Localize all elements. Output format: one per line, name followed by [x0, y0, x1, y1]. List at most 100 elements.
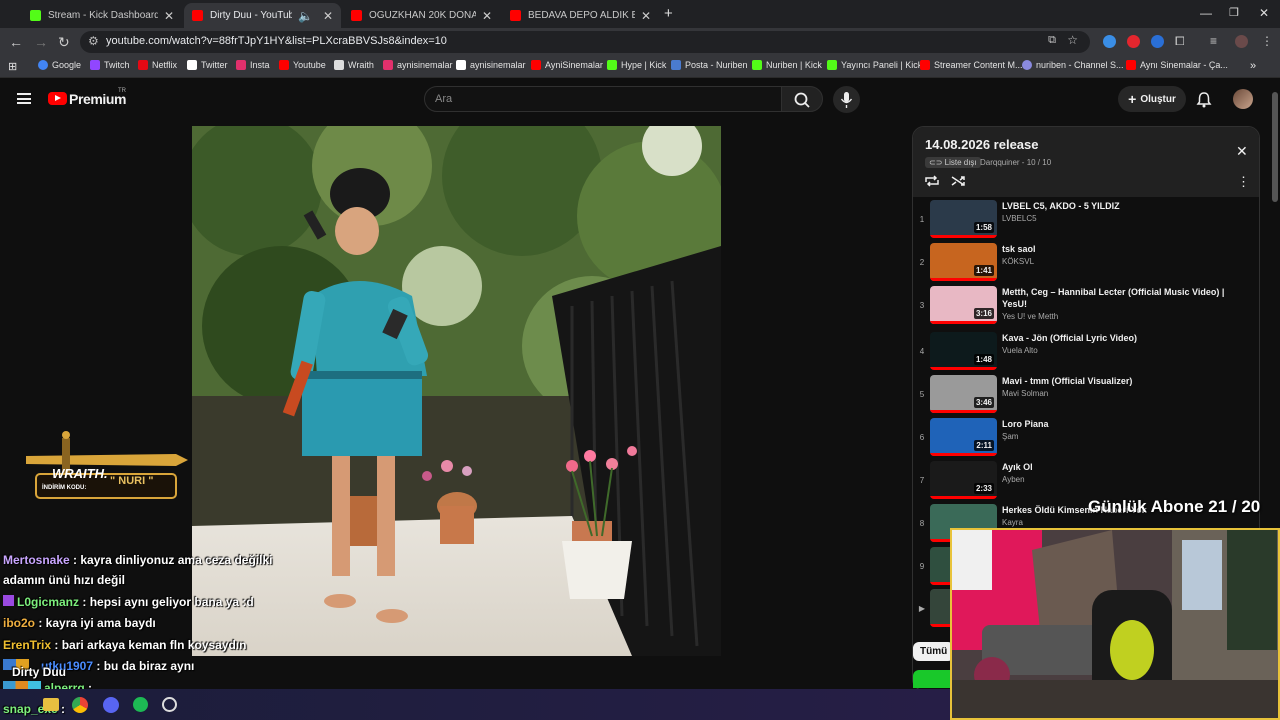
playlist-item-index: 3 — [919, 301, 925, 310]
new-tab-button[interactable]: + — [664, 5, 673, 22]
search-input[interactable]: Ara — [424, 86, 782, 112]
notifications-bell-icon[interactable] — [1196, 91, 1212, 108]
maximize-icon[interactable]: ❐ — [1229, 6, 1239, 19]
playlist-item-channel: Şam — [1002, 432, 1019, 441]
forward-icon[interactable]: → — [34, 34, 48, 50]
playlist-item[interactable]: 5 3:46 Mavi - tmm (Official Visualizer) Mav… — [913, 375, 1259, 417]
loop-icon[interactable] — [923, 173, 941, 189]
bookmark-item[interactable]: Twitch — [90, 60, 130, 70]
youtube-icon — [279, 60, 289, 70]
playlist-item[interactable]: 1 1:58 LVBEL C5, AKDO - 5 YILDIZ LVBELC5 — [913, 200, 1259, 242]
playlist-item-thumbnail[interactable]: 2:11 — [930, 418, 997, 456]
apps-grid-icon[interactable]: ⊞ — [8, 60, 17, 73]
bookmark-item[interactable]: Streamer Content M... — [920, 60, 1023, 70]
playlist-menu-icon[interactable]: ⋮ — [1237, 174, 1250, 190]
playlist-title[interactable]: 14.08.2026 release — [925, 137, 1039, 152]
playlist-item-thumbnail[interactable]: 3:46 — [930, 375, 997, 413]
hamburger-menu-icon[interactable] — [17, 93, 31, 104]
scrollbar-thumb[interactable] — [1272, 92, 1278, 202]
chip-all[interactable]: Tümü — [913, 642, 955, 661]
bookmark-item[interactable]: Youtube — [279, 60, 326, 70]
bookmark-item[interactable]: aynisinemalar — [456, 60, 526, 70]
netflix-icon — [138, 60, 148, 70]
extension-icon[interactable] — [1127, 35, 1140, 48]
watched-progress-bar — [930, 235, 997, 238]
spotify-icon[interactable] — [133, 697, 148, 712]
tab-youtube-active[interactable]: Dirty Duu - YouTube 🔈 ✕ — [184, 3, 341, 28]
create-button[interactable]: + Oluştur — [1118, 86, 1186, 112]
playlist-item-index: 1 — [919, 215, 925, 224]
playlist-item[interactable]: 6 2:11 Loro Piana Şam — [913, 418, 1259, 460]
video-player[interactable] — [192, 126, 721, 656]
bookmark-item[interactable]: AyniSinemalar — [531, 60, 603, 70]
discord-icon[interactable] — [103, 697, 119, 713]
tab-oguzkhan[interactable]: OGUZKHAN 20K DONATE ALIYO ✕ — [343, 3, 500, 28]
close-icon[interactable]: ✕ — [164, 9, 174, 23]
extension-icon[interactable] — [1151, 35, 1164, 48]
bookmark-item[interactable]: Yayıncı Paneli | Kick — [827, 60, 922, 70]
chat-message: Mertosnake : kayra dinliyonuz ama ceza d… — [3, 553, 272, 567]
watched-progress-bar — [930, 367, 997, 370]
playlist-item[interactable]: 3 3:16 Metth, Ceg – Hannibal Lecter (Offic… — [913, 286, 1259, 328]
green-button-partial[interactable] — [913, 670, 953, 688]
install-app-icon[interactable]: ⧉ — [1048, 34, 1056, 47]
bookmark-item[interactable]: Nuriben | Kick — [752, 60, 822, 70]
playlist-item-thumbnail[interactable]: 1:58 — [930, 200, 997, 238]
reload-icon[interactable]: ↻ — [58, 34, 70, 51]
playlist-item-thumbnail[interactable]: 1:41 — [930, 243, 997, 281]
chat-message: ibo2o : kayra iyi ama baydı — [3, 616, 156, 630]
search-button[interactable] — [781, 86, 823, 112]
file-explorer-icon[interactable] — [43, 698, 59, 711]
watched-progress-bar — [930, 321, 997, 324]
playlist-item-thumbnail[interactable]: 2:33 — [930, 461, 997, 499]
bookmark-item[interactable]: Google — [38, 60, 81, 70]
bookmark-item[interactable]: Netflix — [138, 60, 177, 70]
youtube-icon — [531, 60, 541, 70]
playlist-item[interactable]: 2 1:41 tsk saol KÖKSVL — [913, 243, 1259, 285]
link-icon: ⊂⊃ — [929, 158, 945, 167]
bookmark-item[interactable]: Aynı Sinemalar - Ça... — [1126, 60, 1228, 70]
window-close-icon[interactable]: ✕ — [1259, 6, 1269, 20]
watched-progress-bar — [930, 410, 997, 413]
bookmark-item[interactable]: Wraith — [334, 60, 374, 70]
voice-search-button[interactable] — [833, 86, 860, 113]
tab-title: BEDAVA DEPO ALDIK BUNLAR SA — [528, 10, 635, 21]
playlist-item-thumbnail[interactable]: 3:16 — [930, 286, 997, 324]
extension-icon[interactable] — [1103, 35, 1116, 48]
address-bar[interactable]: ⚙ youtube.com/watch?v=88frTJpY1HY&list=P… — [80, 31, 1090, 53]
youtube-logo-icon[interactable] — [48, 92, 67, 105]
playlist-item-thumbnail[interactable]: 1:48 — [930, 332, 997, 370]
playlist-item-channel: Ayben — [1002, 475, 1025, 484]
speaker-icon[interactable]: 🔈 — [298, 9, 313, 23]
playlist-item[interactable]: 4 1:48 Kava - Jön (Official Lyric Video) Vu… — [913, 332, 1259, 374]
visibility-label: Liste dışı — [944, 158, 977, 167]
site-info-icon[interactable]: ⚙ — [88, 34, 99, 48]
close-icon[interactable]: ✕ — [323, 9, 333, 23]
tab-kick-dashboard[interactable]: Stream - Kick Dashboard ✕ — [22, 3, 182, 28]
playlist-item-index: ▶ — [918, 604, 926, 613]
extensions-puzzle-icon[interactable]: ⧠ — [1175, 34, 1185, 49]
bookmark-item[interactable]: Insta — [236, 60, 270, 70]
bookmark-item[interactable]: nuriben - Channel S... — [1022, 60, 1124, 70]
close-playlist-icon[interactable]: ✕ — [1236, 143, 1248, 160]
close-icon[interactable]: ✕ — [482, 9, 492, 23]
close-icon[interactable]: ✕ — [641, 9, 651, 23]
tab-bedava-depo[interactable]: BEDAVA DEPO ALDIK BUNLAR SA ✕ — [502, 3, 659, 28]
bookmark-item[interactable]: Hype | Kick — [607, 60, 666, 70]
more-bookmarks-icon[interactable]: » — [1250, 60, 1256, 72]
bookmark-star-icon[interactable]: ☆ — [1067, 33, 1078, 47]
back-icon[interactable]: ← — [9, 34, 23, 50]
tab-search-icon[interactable]: ≡ — [1210, 34, 1217, 48]
obs-icon[interactable] — [162, 697, 177, 712]
menu-dots-icon[interactable]: ⋮ — [1261, 34, 1273, 48]
profile-icon[interactable] — [1235, 35, 1248, 48]
avatar[interactable] — [1233, 89, 1253, 109]
shuffle-icon[interactable] — [950, 173, 968, 189]
playlist-header: 14.08.2026 release ⊂⊃ Liste dışı Darqqui… — [913, 127, 1259, 197]
watched-progress-bar — [930, 278, 997, 281]
bookmark-item[interactable]: Posta - Nuriben — [671, 60, 748, 70]
chrome-icon[interactable] — [72, 697, 88, 713]
bookmark-item[interactable]: aynisinemalar — [383, 60, 453, 70]
minimize-icon[interactable]: — — [1200, 6, 1212, 20]
bookmark-item[interactable]: Twitter — [187, 60, 228, 70]
